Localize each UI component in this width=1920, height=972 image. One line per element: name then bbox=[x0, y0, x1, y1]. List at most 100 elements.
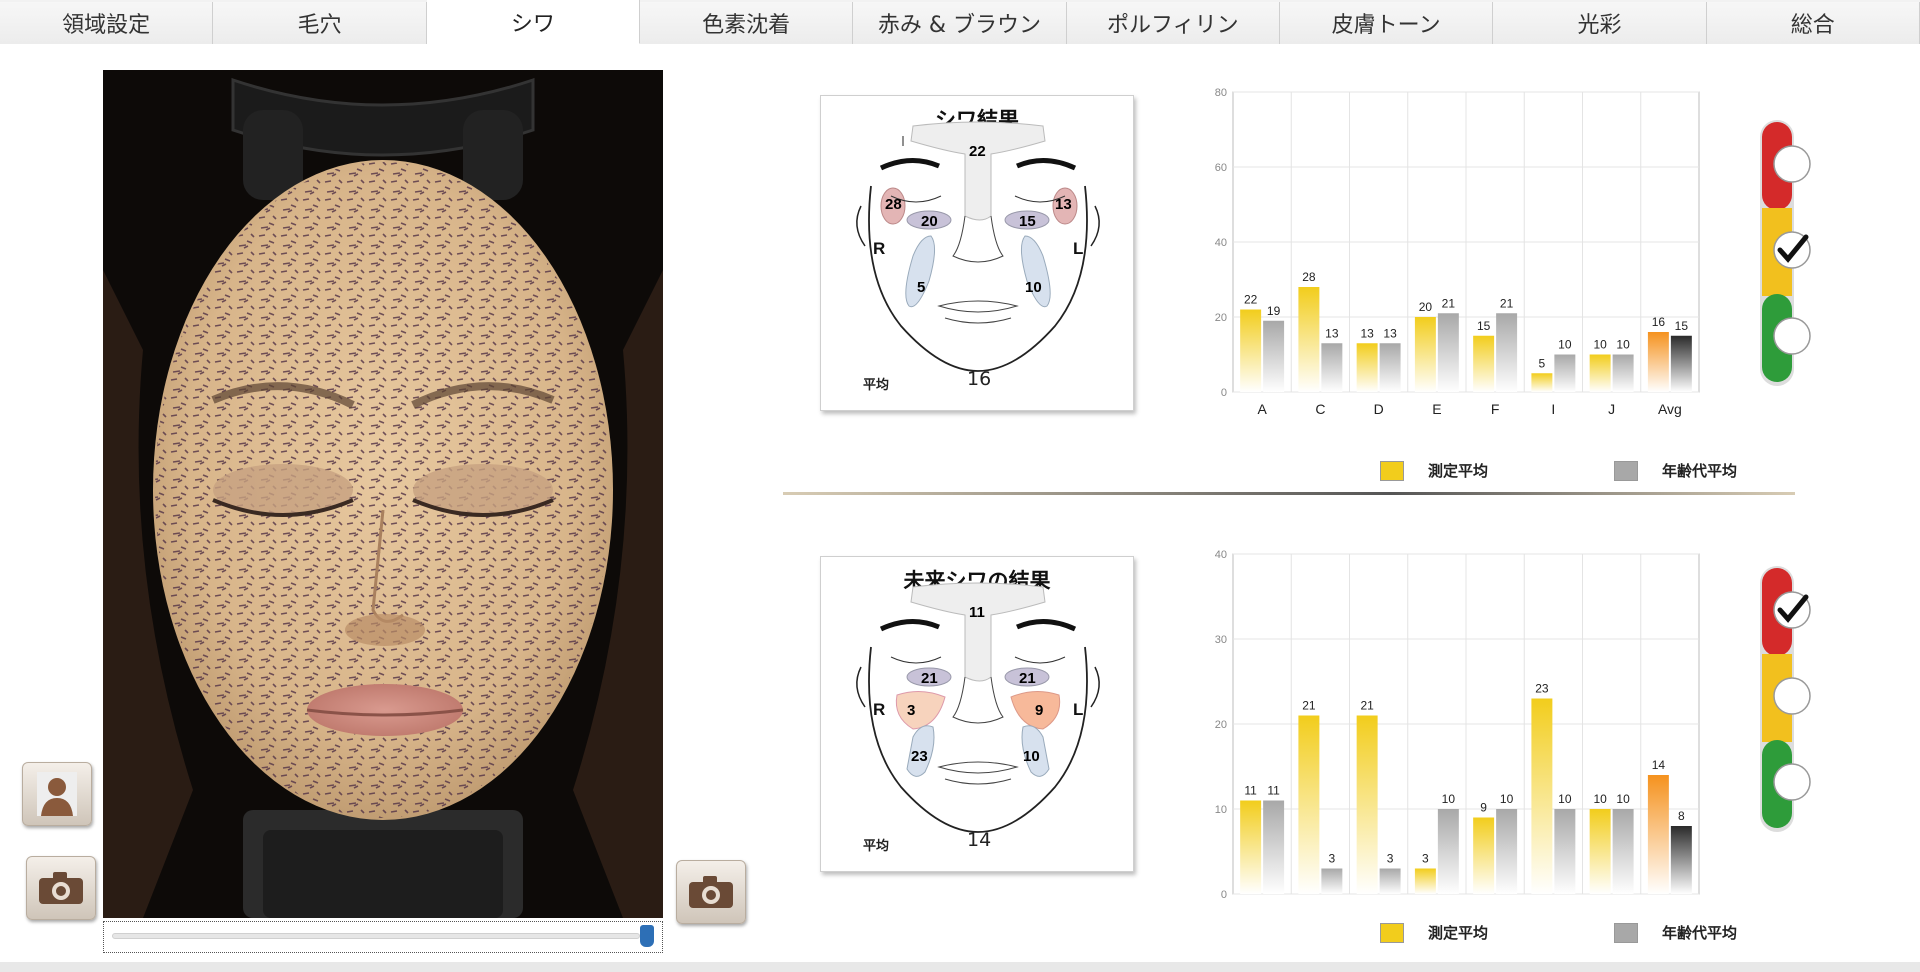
bar-measured-F bbox=[1473, 335, 1495, 392]
region-under-right-value: 21 bbox=[921, 670, 938, 687]
x-tick-label: F bbox=[1374, 903, 1383, 906]
camera-icon bbox=[689, 876, 733, 908]
data-label: 3 bbox=[1329, 852, 1336, 866]
section-divider bbox=[783, 492, 1795, 495]
bar-age-average-J bbox=[1612, 809, 1634, 894]
data-label: 5 bbox=[1539, 356, 1546, 370]
y-tick-label: 0 bbox=[1221, 889, 1227, 901]
region-under-left-value: 21 bbox=[1019, 670, 1036, 687]
bar-age-average-I bbox=[1554, 354, 1576, 392]
bar-age-average-A bbox=[1263, 320, 1285, 392]
data-label: 15 bbox=[1675, 319, 1689, 333]
region-forehead-value: 11 bbox=[969, 604, 985, 621]
data-label: 14 bbox=[1652, 758, 1666, 772]
tab-4[interactable]: 赤み & ブラウン bbox=[853, 2, 1067, 44]
region-outer-right-value: 28 bbox=[885, 196, 902, 213]
y-tick-label: 60 bbox=[1215, 162, 1227, 174]
data-label: 3 bbox=[1387, 852, 1394, 866]
data-label: 10 bbox=[1558, 338, 1572, 352]
bar-age-average-F bbox=[1379, 868, 1401, 894]
data-label: 13 bbox=[1360, 326, 1374, 340]
slider-thumb[interactable] bbox=[640, 925, 654, 947]
legend-age-average: 年齢代平均 bbox=[1614, 922, 1737, 943]
gauge-indicator-middle bbox=[1773, 677, 1811, 715]
region-under-left-value: 15 bbox=[1019, 213, 1036, 230]
x-tick-label: F bbox=[1491, 401, 1500, 417]
y-tick-label: 20 bbox=[1215, 719, 1227, 731]
tab-5[interactable]: ポルフィリン bbox=[1066, 2, 1280, 44]
data-label: 21 bbox=[1500, 296, 1514, 310]
side-right-label: R bbox=[873, 700, 885, 719]
wrinkle-analysis-screen: 領域設定 毛穴 シワ 色素沈着 赤み & ブラウン ポルフィリン 皮膚トーン 光彩 総合 bbox=[0, 0, 1920, 972]
region-mid-right-value: 3 bbox=[907, 702, 915, 719]
y-tick-label: 30 bbox=[1215, 634, 1227, 646]
data-label: 10 bbox=[1593, 792, 1607, 806]
bar-age-average-G bbox=[1437, 809, 1459, 894]
x-tick-label: A bbox=[1257, 401, 1267, 417]
legend-measured: 測定平均 bbox=[1380, 922, 1488, 943]
data-label: 10 bbox=[1500, 792, 1514, 806]
tab-6[interactable]: 皮膚トーン bbox=[1279, 2, 1494, 44]
bar-age-average-Avg bbox=[1670, 335, 1692, 392]
x-tick-label: J bbox=[1608, 401, 1615, 417]
average-label: 平均 bbox=[863, 378, 890, 393]
data-label: 10 bbox=[1593, 338, 1607, 352]
bar-measured-G bbox=[1414, 868, 1436, 894]
y-tick-label: 40 bbox=[1215, 237, 1227, 249]
face-diagram: R L 22 28 13 20 15 5 10 bbox=[856, 121, 1100, 372]
region-cheek-left-value: 10 bbox=[1023, 748, 1040, 765]
legend-label: 年齢代平均 bbox=[1662, 462, 1738, 480]
bar-measured-I bbox=[1531, 373, 1553, 392]
x-tick-label: Avg bbox=[1658, 903, 1682, 906]
region-mid-left-value: 9 bbox=[1035, 702, 1043, 719]
data-label: 8 bbox=[1678, 809, 1685, 823]
bar-measured-I bbox=[1531, 698, 1553, 894]
region-under-right-value: 20 bbox=[921, 213, 938, 230]
tab-2[interactable]: シワ bbox=[426, 0, 640, 44]
capture-right-button[interactable] bbox=[676, 860, 746, 924]
legend-swatch-age bbox=[1614, 922, 1638, 943]
data-label: 9 bbox=[1480, 801, 1487, 815]
tab-1[interactable]: 毛穴 bbox=[213, 2, 427, 44]
y-tick-label: 10 bbox=[1215, 804, 1227, 816]
data-label: 23 bbox=[1535, 682, 1549, 696]
x-tick-label: Avg bbox=[1658, 401, 1682, 417]
capture-left-button[interactable] bbox=[26, 856, 96, 920]
person-icon bbox=[37, 772, 77, 816]
legend-swatch-measured bbox=[1380, 460, 1404, 481]
x-tick-label: H bbox=[1490, 903, 1500, 906]
bar-age-average-A bbox=[1263, 800, 1285, 894]
tab-7[interactable]: 光彩 bbox=[1493, 2, 1707, 44]
future-wrinkle-level-gauge bbox=[1760, 566, 1811, 832]
side-right-label: R bbox=[873, 239, 885, 258]
wrinkle-bar-chart: 0 20 40 60 80 22 19 A 28 13 C 13 13 D 20 21 E 15 21 F 5 10 I 10… bbox=[1215, 87, 1700, 417]
data-label: 19 bbox=[1267, 304, 1281, 318]
image-overlay-slider[interactable] bbox=[103, 921, 663, 953]
average-value: 14 bbox=[967, 829, 992, 851]
x-tick-label: A bbox=[1257, 903, 1267, 906]
x-tick-label: I bbox=[1551, 903, 1555, 906]
region-forehead-value: 22 bbox=[969, 143, 986, 160]
data-label: 21 bbox=[1302, 699, 1316, 713]
bar-measured-Avg bbox=[1647, 332, 1669, 392]
legend-label: 年齢代平均 bbox=[1662, 924, 1738, 942]
data-label: 13 bbox=[1383, 326, 1397, 340]
x-tick-label: E bbox=[1432, 401, 1441, 417]
tab-0[interactable]: 領域設定 bbox=[0, 2, 214, 44]
bar-measured-A bbox=[1240, 309, 1262, 392]
tab-8[interactable]: 総合 bbox=[1706, 2, 1920, 44]
future-wrinkle-bar-chart: 0 10 20 30 40 11 11 A 21 3 E 21 3 F 3 10 G 9 10 H 23 10 I 10 10 J… bbox=[1215, 549, 1700, 906]
side-left-label: L bbox=[1073, 239, 1083, 258]
region-outer-left-value: 13 bbox=[1055, 196, 1072, 213]
gauge-indicator-top bbox=[1773, 145, 1811, 183]
future-wrinkle-face-map: 未来シワの結果 R L 11 21 21 3 9 23 10 平均 14 bbox=[820, 556, 1134, 872]
bar-age-average-E bbox=[1437, 313, 1459, 392]
x-tick-label: I bbox=[1551, 401, 1555, 417]
x-tick-label: G bbox=[1431, 903, 1442, 906]
bar-measured-E bbox=[1414, 317, 1436, 392]
status-bar bbox=[0, 962, 1920, 972]
bar-measured-F bbox=[1356, 715, 1378, 894]
profile-view-button[interactable] bbox=[22, 762, 92, 826]
tab-3[interactable]: 色素沈着 bbox=[639, 2, 854, 44]
data-label: 10 bbox=[1616, 792, 1630, 806]
